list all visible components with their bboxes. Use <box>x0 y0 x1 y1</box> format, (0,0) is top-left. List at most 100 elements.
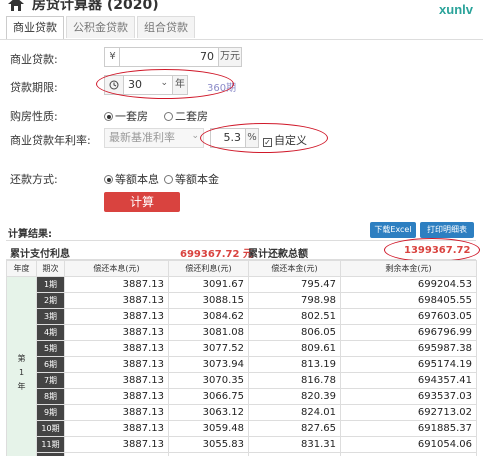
interest-cell: 3091.67 <box>168 276 249 293</box>
loan-amount-unit: 万元 <box>218 47 242 67</box>
loan-amount-label: 商业贷款: <box>10 53 58 66</box>
radio-first-home[interactable]: 一套房 <box>104 108 148 124</box>
interest-cell: 3084.62 <box>168 308 249 325</box>
table-row: 9期 3887.13 3063.12 824.01 692713.02 <box>7 404 477 421</box>
remaining-cell: 698405.55 <box>340 292 477 309</box>
year-label-part: 第 <box>17 353 26 363</box>
title-bar: 房贷计算器 (2020) <box>0 0 483 16</box>
payment-cell: 3887.13 <box>64 388 169 405</box>
radio-equal-installment[interactable]: 等额本息 <box>104 171 159 187</box>
interest-cell: 3088.15 <box>168 292 249 309</box>
radio-equal-principal[interactable]: 等额本金 <box>164 171 219 187</box>
table-row: 3期 3887.13 3084.62 802.51 697603.05 <box>7 308 477 325</box>
payment-cell: 3887.13 <box>64 276 169 293</box>
radio-second-home[interactable]: 二套房 <box>164 108 208 124</box>
col-header-principal: 偿还本金(元) <box>248 260 341 277</box>
col-header-remaining: 剩余本金(元) <box>340 260 477 277</box>
tab-commercial-loan[interactable]: 商业贷款 <box>6 16 64 40</box>
payment-cell: 3887.13 <box>64 436 169 453</box>
remaining-cell: 695174.19 <box>340 356 477 373</box>
download-excel-button[interactable]: 下载Excel <box>370 222 416 238</box>
chevron-down-icon: ⌄ <box>191 131 199 141</box>
interest-cell: 3081.08 <box>168 324 249 341</box>
tab-combined-loan[interactable]: 组合贷款 <box>137 16 195 38</box>
period-cell: 5期 <box>36 340 65 357</box>
annotation-ellipse-term <box>96 69 234 99</box>
principal-cell: 831.31 <box>248 436 341 453</box>
total-interest-value: 699367.72 元 <box>180 249 253 260</box>
annotation-ellipse-total <box>384 238 480 262</box>
principal-cell: 820.39 <box>248 388 341 405</box>
period-cell: 9期 <box>36 404 65 421</box>
table-row: 11期 3887.13 3055.83 831.31 691054.06 <box>7 436 477 453</box>
remaining-cell: 696796.99 <box>340 324 477 341</box>
radio-on-icon <box>104 112 113 121</box>
rate-type-select[interactable]: 最新基准利率 ⌄ <box>104 128 204 148</box>
payment-cell: 3887.13 <box>64 324 169 341</box>
year-label-part: 1 <box>18 367 25 377</box>
radio-off-icon <box>164 112 173 121</box>
remaining-cell: 691054.06 <box>340 436 477 453</box>
period-cell: 7期 <box>36 372 65 389</box>
year-cell: 第 1 年 <box>6 276 37 456</box>
total-repay-label: 累计还款总额 <box>248 249 308 260</box>
col-header-interest: 偿还利息(元) <box>168 260 249 277</box>
currency-prefix: ¥ <box>104 47 120 67</box>
interest-cell: 3059.48 <box>168 420 249 437</box>
payment-cell: 3887.13 <box>64 340 169 357</box>
radio-off-icon <box>164 175 173 184</box>
interest-cell: 3077.52 <box>168 340 249 357</box>
tab-provident-fund-loan[interactable]: 公积金贷款 <box>66 16 135 38</box>
purchase-type-label: 购房性质: <box>10 110 58 123</box>
period-cell: 6期 <box>36 356 65 373</box>
table-row: 10期 3887.13 3059.48 827.65 691885.37 <box>7 420 477 437</box>
payment-cell: 3887.13 <box>64 452 169 456</box>
loan-type-tabs: 商业贷款 公积金贷款 组合贷款 <box>6 16 197 40</box>
period-cell: 2期 <box>36 292 65 309</box>
remaining-cell: 692713.02 <box>340 404 477 421</box>
payment-cell: 3887.13 <box>64 372 169 389</box>
remaining-cell: 697603.05 <box>340 308 477 325</box>
principal-cell: 802.51 <box>248 308 341 325</box>
period-cell: 8期 <box>36 388 65 405</box>
principal-cell: 816.78 <box>248 372 341 389</box>
principal-cell: 795.47 <box>248 276 341 293</box>
home-icon <box>8 0 24 11</box>
interest-cell: 3063.12 <box>168 404 249 421</box>
tab-divider <box>0 39 483 40</box>
loan-term-label: 贷款期限: <box>10 81 58 94</box>
table-row: 第 1 年 1期 3887.13 3091.67 795.47 699204.53 <box>6 276 477 456</box>
principal-cell: 827.65 <box>248 420 341 437</box>
radio-on-icon <box>104 175 113 184</box>
loan-amount-input[interactable]: 70 <box>119 47 219 67</box>
payment-cell: 3887.13 <box>64 404 169 421</box>
table-row: 4期 3887.13 3081.08 806.05 696796.99 <box>7 324 477 341</box>
col-header-payment: 偿还本息(元) <box>64 260 169 277</box>
table-row: 2期 3887.13 3088.15 798.98 698405.55 <box>7 292 477 309</box>
period-cell: 12期 <box>36 452 65 456</box>
site-watermark-logo: xunlv <box>439 2 473 17</box>
payment-cell: 3887.13 <box>64 420 169 437</box>
period-cell: 10期 <box>36 420 65 437</box>
remaining-cell: 691885.37 <box>340 420 477 437</box>
payment-cell: 3887.13 <box>64 356 169 373</box>
results-title: 计算结果: <box>8 229 52 240</box>
principal-cell: 824.01 <box>248 404 341 421</box>
col-header-period: 期次 <box>36 260 65 277</box>
remaining-cell: 693537.03 <box>340 388 477 405</box>
period-cell: 3期 <box>36 308 65 325</box>
col-header-year: 年度 <box>6 260 37 277</box>
interest-cell: 3073.94 <box>168 356 249 373</box>
period-cell: 1期 <box>36 276 65 293</box>
annotation-ellipse-rate <box>200 123 328 153</box>
interest-cell: 3052.15 <box>168 452 249 456</box>
total-interest-label: 累计支付利息 <box>10 249 70 260</box>
table-row: 6期 3887.13 3073.94 813.19 695174.19 <box>7 356 477 373</box>
print-detail-button[interactable]: 打印明细表 <box>420 222 474 238</box>
table-row: 7期 3887.13 3070.35 816.78 694357.41 <box>7 372 477 389</box>
payment-cell: 3887.13 <box>64 308 169 325</box>
calculate-button[interactable]: 计算 <box>104 192 180 212</box>
remaining-cell: 699204.53 <box>340 276 477 293</box>
page-title: 房贷计算器 (2020) <box>32 0 159 13</box>
period-cell: 4期 <box>36 324 65 341</box>
